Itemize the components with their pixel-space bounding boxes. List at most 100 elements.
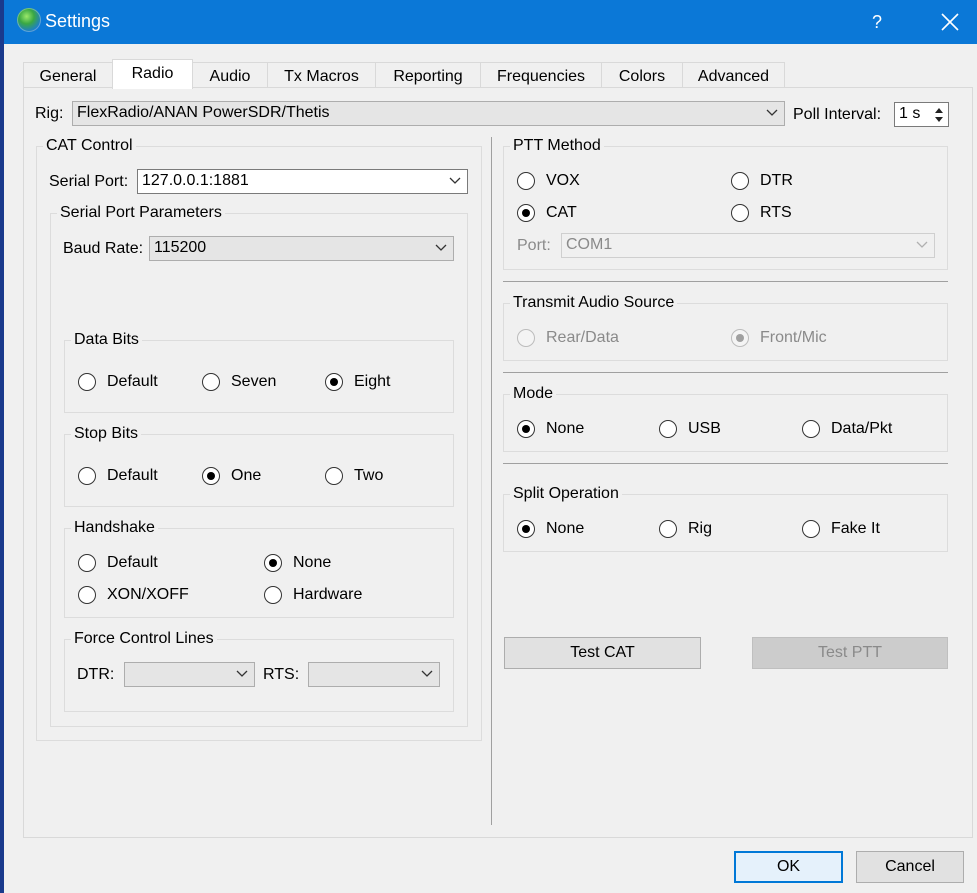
- radio-icon: [78, 586, 96, 604]
- radio-label: None: [293, 554, 332, 571]
- radio-icon: [731, 204, 749, 222]
- close-icon: [941, 13, 959, 31]
- cat-control-title: CAT Control: [43, 137, 136, 155]
- chevron-down-icon: [435, 244, 447, 251]
- tab-audio[interactable]: Audio: [192, 62, 268, 88]
- rts-select[interactable]: [308, 662, 440, 687]
- handshake-group: [64, 528, 454, 618]
- radio-icon: [659, 520, 677, 538]
- ptt-port-label: Port:: [517, 237, 551, 254]
- radio-icon: [659, 420, 677, 438]
- radio-icon: [78, 467, 96, 485]
- tab-reporting[interactable]: Reporting: [375, 62, 481, 88]
- tab-general[interactable]: General: [23, 62, 113, 88]
- cancel-button[interactable]: Cancel: [856, 851, 964, 883]
- ptt-port-value: COM1: [566, 236, 613, 253]
- section-divider: [503, 372, 948, 373]
- radio-label: Default: [107, 554, 158, 571]
- radio-icon: [325, 467, 343, 485]
- chevron-down-icon: [449, 177, 461, 184]
- radio-label: DTR: [760, 172, 793, 189]
- serial-port-select[interactable]: 127.0.0.1:1881: [137, 169, 468, 194]
- app-globe-icon: [17, 8, 41, 32]
- serial-port-value: 127.0.0.1:1881: [142, 172, 249, 189]
- radio-icon: [264, 586, 282, 604]
- radio-label: One: [231, 467, 262, 484]
- radio-icon: [802, 420, 820, 438]
- radio-label: Default: [107, 373, 158, 390]
- radio-label: Seven: [231, 373, 277, 390]
- test-cat-button[interactable]: Test CAT: [504, 637, 701, 669]
- radio-label: Eight: [354, 373, 391, 390]
- test-ptt-button[interactable]: Test PTT: [752, 637, 948, 669]
- ptt-method-title: PTT Method: [510, 137, 604, 155]
- radio-icon: [78, 373, 96, 391]
- radio-icon: [202, 467, 220, 485]
- radio-label: Data/Pkt: [831, 420, 893, 437]
- close-button[interactable]: [930, 5, 970, 39]
- poll-interval-spinner[interactable]: 1 s: [894, 102, 949, 127]
- chevron-down-icon: [236, 670, 248, 677]
- tab-radio[interactable]: Radio: [112, 59, 193, 89]
- poll-interval-label: Poll Interval:: [793, 106, 882, 123]
- radio-icon: [325, 373, 343, 391]
- data-bits-title: Data Bits: [71, 331, 142, 349]
- radio-icon: [517, 420, 535, 438]
- rig-select[interactable]: FlexRadio/ANAN PowerSDR/Thetis: [72, 101, 785, 126]
- radio-label: CAT: [546, 204, 577, 221]
- radio-label: Rig: [688, 520, 713, 537]
- rig-value: FlexRadio/ANAN PowerSDR/Thetis: [77, 104, 330, 121]
- dtr-select[interactable]: [124, 662, 255, 687]
- tab-colors[interactable]: Colors: [601, 62, 683, 88]
- settings-window: Settings ? General Radio Audio Tx Macros…: [4, 0, 977, 893]
- chevron-down-icon: [766, 109, 778, 116]
- split-operation-title: Split Operation: [510, 485, 622, 503]
- handshake-title: Handshake: [71, 519, 158, 537]
- radio-label: RTS: [760, 204, 792, 221]
- radio-label: Hardware: [293, 586, 363, 603]
- radio-label: None: [546, 520, 585, 537]
- tab-tx-macros[interactable]: Tx Macros: [267, 62, 376, 88]
- baud-rate-select[interactable]: 115200: [149, 236, 454, 261]
- section-divider: [503, 463, 948, 464]
- radio-icon: [202, 373, 220, 391]
- rig-label: Rig:: [35, 105, 64, 122]
- help-button[interactable]: ?: [862, 9, 892, 35]
- force-control-title: Force Control Lines: [71, 630, 217, 648]
- radio-label: XON/XOFF: [107, 586, 189, 603]
- ptt-port-select[interactable]: COM1: [561, 233, 935, 258]
- radio-icon: [517, 520, 535, 538]
- poll-interval-value: 1 s: [899, 105, 921, 122]
- radio-icon: [264, 554, 282, 572]
- window-title: Settings: [45, 11, 111, 31]
- radio-label: Fake It: [831, 520, 880, 537]
- rts-label: RTS:: [263, 666, 300, 683]
- section-divider: [503, 281, 948, 282]
- radio-label: Rear/Data: [546, 329, 619, 346]
- tx-audio-title: Transmit Audio Source: [510, 294, 678, 312]
- baud-rate-value: 115200: [154, 239, 207, 256]
- radio-icon: [802, 520, 820, 538]
- ok-button[interactable]: OK: [734, 851, 843, 883]
- radio-label: Front/Mic: [760, 329, 827, 346]
- baud-rate-label: Baud Rate:: [63, 240, 144, 257]
- chevron-down-icon: [421, 670, 433, 677]
- radio-icon: [731, 172, 749, 190]
- spinner-arrows-icon[interactable]: [932, 105, 946, 125]
- radio-label: Two: [354, 467, 384, 484]
- serial-port-label: Serial Port:: [49, 173, 129, 190]
- radio-icon: [517, 204, 535, 222]
- radio-label: USB: [688, 420, 721, 437]
- serial-params-title: Serial Port Parameters: [57, 204, 225, 222]
- radio-icon: [517, 172, 535, 190]
- radio-icon: [78, 554, 96, 572]
- radio-icon: [731, 329, 749, 347]
- tab-frequencies[interactable]: Frequencies: [480, 62, 602, 88]
- stop-bits-title: Stop Bits: [71, 425, 142, 443]
- chevron-down-icon: [916, 241, 928, 248]
- tab-advanced[interactable]: Advanced: [682, 62, 785, 88]
- radio-label: Default: [107, 467, 158, 484]
- radio-label: None: [546, 420, 585, 437]
- dtr-label: DTR:: [77, 666, 115, 683]
- radio-icon: [517, 329, 535, 347]
